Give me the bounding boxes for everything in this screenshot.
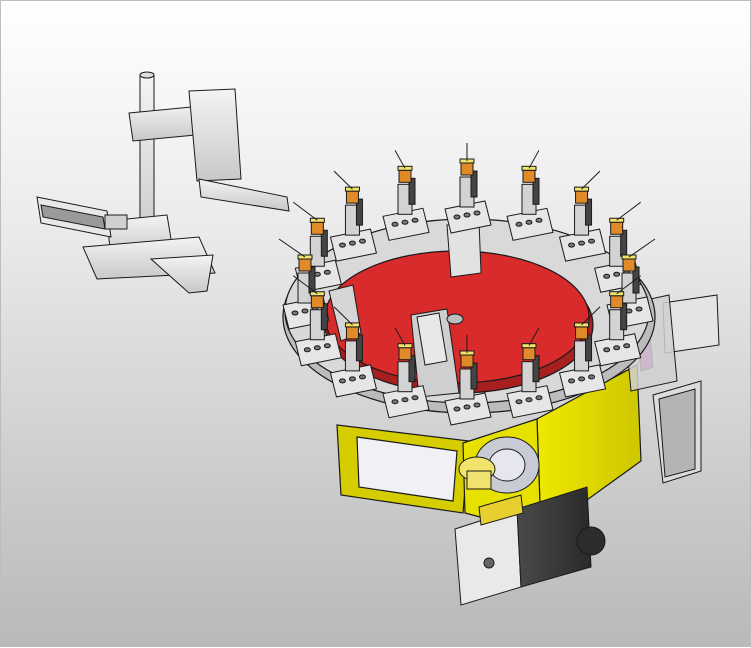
mount-hole (623, 343, 631, 349)
wire-lead (278, 238, 306, 258)
mount-hole (411, 395, 419, 401)
mount-hole (525, 219, 533, 225)
coil-bobbin (575, 190, 589, 204)
mount-hole (568, 378, 576, 384)
coil-bobbin (460, 354, 474, 368)
coil-bobbin (610, 221, 624, 235)
mount-hole (348, 240, 356, 246)
mount-hole (401, 219, 409, 225)
mount-hole (463, 212, 471, 218)
station-2 (506, 150, 554, 241)
mount-hole (613, 345, 621, 351)
mount-hole (473, 210, 481, 216)
coil-bobbin (460, 162, 474, 176)
coil-bobbin (522, 347, 536, 361)
gripper-head (198, 178, 290, 212)
coil-bobbin (622, 258, 636, 272)
wire-lead (293, 201, 318, 221)
coil-bobbin (345, 326, 359, 340)
mount-hole (568, 242, 576, 248)
wire-lead (628, 238, 656, 258)
mount-hole (358, 374, 366, 380)
mount-hole (463, 404, 471, 410)
wire-lead (581, 170, 601, 190)
wire-lead (394, 150, 406, 169)
cad-scene (36, 71, 720, 606)
wire-lead (616, 201, 641, 221)
cad-viewport[interactable] (0, 0, 751, 647)
coil-bobbin (310, 295, 324, 309)
mount-hole (338, 242, 346, 248)
coil-bobbin (398, 169, 412, 183)
mount-hole (588, 374, 596, 380)
mount-hole (603, 347, 611, 353)
vertical-slide (188, 88, 242, 182)
mount-hole (401, 397, 409, 403)
mount-hole (453, 214, 461, 220)
mount-hole (338, 378, 346, 384)
wire-lead (333, 170, 353, 190)
coil-bobbin (398, 347, 412, 361)
mount-hole (358, 238, 366, 244)
mount-hole (301, 308, 309, 314)
mount-hole (525, 397, 533, 403)
mount-hole (588, 238, 596, 244)
mount-hole (323, 269, 331, 275)
mount-hole (603, 273, 611, 279)
pick-and-place-gantry (82, 71, 290, 294)
station-15 (329, 170, 378, 262)
mount-hole (323, 343, 331, 349)
mount-hole (578, 376, 586, 382)
mount-hole (453, 406, 461, 412)
mount-hole (535, 395, 543, 401)
mount-hole (635, 306, 643, 312)
coil-bobbin (522, 169, 536, 183)
coil-bobbin (310, 221, 324, 235)
mount-hole (391, 221, 399, 227)
mount-hole (391, 399, 399, 405)
station-16 (382, 150, 430, 241)
mount-hole (411, 217, 419, 223)
wire-lead (528, 150, 540, 169)
mount-hole (291, 310, 299, 316)
mount-hole (613, 271, 621, 277)
coil-bobbin (575, 326, 589, 340)
mount-hole (303, 347, 311, 353)
station-3 (558, 170, 607, 262)
mount-hole (515, 221, 523, 227)
column-cap (139, 71, 155, 79)
coil-bobbin (298, 258, 312, 272)
coil-bobbin (345, 190, 359, 204)
mount-hole (515, 399, 523, 405)
mount-hole (313, 345, 321, 351)
mount-hole (473, 402, 481, 408)
station-1 (444, 143, 492, 234)
mount-hole (578, 240, 586, 246)
coil-bobbin (610, 295, 624, 309)
mount-hole (535, 217, 543, 223)
mount-hole (348, 376, 356, 382)
